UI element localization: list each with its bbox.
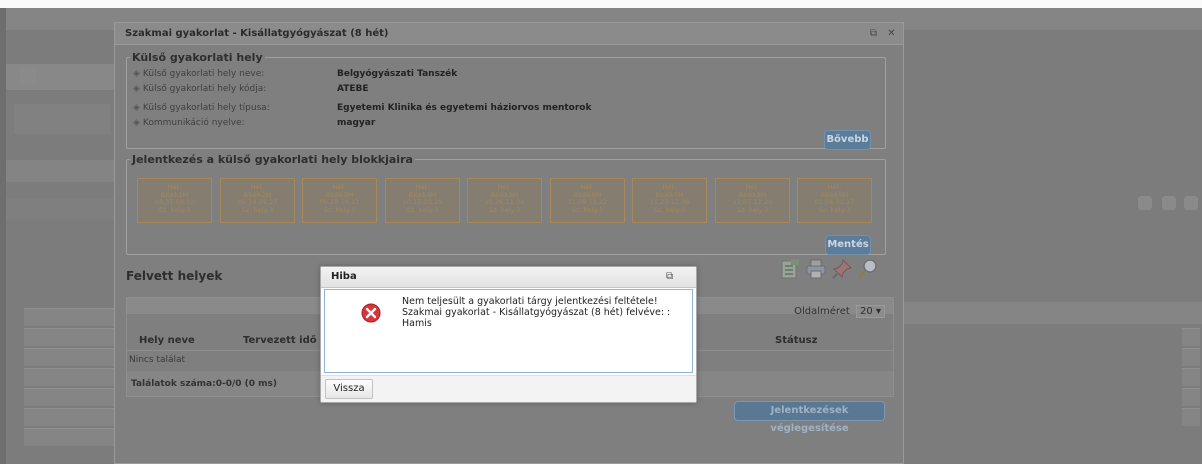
bg-row: [1182, 388, 1200, 406]
blocks-legend: Jelentkezés a külső gyakorlati hely blok…: [132, 153, 413, 166]
error-dialog-title: Hiba: [331, 271, 357, 282]
page-size-label: Oldalméret: [794, 306, 850, 317]
block-tile[interactable]: Hét: Blokk3M 09.28-10.11 Sz. hely:3: [302, 178, 377, 223]
result-count: Találatok száma:0-0/0 (0 ms): [131, 379, 277, 389]
print-icon[interactable]: [805, 258, 827, 280]
site-language-label: Kommunikáció nyelve:: [142, 118, 245, 128]
site-type-value: Egyetemi Klinika és egyetemi háziorvos m…: [337, 103, 592, 113]
bullet-icon: ◈: [133, 118, 140, 128]
empty-message: Nincs találat: [129, 355, 186, 365]
more-button[interactable]: Bővebb: [824, 130, 871, 150]
block-tile[interactable]: Hét: Blokk2M 09.14-09.27 Sz. hely:3: [220, 178, 295, 223]
bg-row: [24, 408, 114, 426]
block-tile[interactable]: Hét: Blokk1M 08.31-09.13 Sz. hely:3: [137, 178, 212, 223]
site-code-label: Külső gyakorlati hely kódja:: [142, 84, 267, 94]
bg-grid-header-right: [904, 302, 1202, 324]
bg-home-icon: [20, 68, 36, 84]
external-site-group: Külső gyakorlati hely ◈ Külső gyakorlati …: [126, 51, 886, 150]
bg-row: [1182, 408, 1200, 426]
site-language-value: magyar: [337, 118, 376, 128]
restore-icon[interactable]: ⧉: [867, 27, 880, 40]
pin-icon[interactable]: [831, 258, 853, 280]
error-dialog: Hiba ⧉ Nem teljesült a gyakorlati tárgy …: [320, 266, 697, 403]
bg-row: [24, 308, 114, 326]
bg-page-heading: [6, 198, 114, 220]
bg-row: [24, 328, 114, 346]
window-title: Szakmai gyakorlat - Kisállatgyógyászat (…: [125, 28, 389, 39]
bg-row: [1182, 368, 1200, 386]
block-tile[interactable]: Hét: Blokk5M 10.26-11.08 Sz. hely:3: [467, 178, 542, 223]
taken-places-title: Felvett helyek: [126, 269, 223, 283]
blocks-group: Jelentkezés a külső gyakorlati hely blok…: [126, 153, 886, 255]
block-tile[interactable]: Hét: Blokk9M 01.04-01.17 Sz. hely:3: [797, 178, 872, 223]
page-size-control: Oldalméret 20 ▾: [794, 305, 885, 318]
column-header-status[interactable]: Státusz: [775, 335, 817, 346]
block-tile[interactable]: Hét: Blokk6M 11.09-11.22 Sz. hely:3: [550, 178, 625, 223]
error-message-line: Szakmai gyakorlat - Kisállatgyógyászat (…: [402, 307, 671, 318]
search-icon[interactable]: [857, 258, 879, 280]
site-name-label: Külső gyakorlati hely neve:: [142, 69, 265, 79]
error-dialog-footer: Vissza: [321, 375, 696, 402]
site-type-label: Külső gyakorlati hely típusa:: [142, 103, 270, 113]
bg-row: [24, 428, 114, 446]
bullet-icon: ◈: [133, 69, 140, 79]
error-icon: [361, 303, 381, 323]
restore-icon[interactable]: ⧉: [666, 271, 673, 282]
column-header-place-name[interactable]: Hely neve: [139, 335, 195, 346]
bg-filter-bar: [6, 160, 114, 182]
bg-tool-icon-1: [1138, 196, 1152, 210]
save-button[interactable]: Mentés: [825, 235, 871, 255]
bg-tool-icon-3: [1184, 196, 1198, 210]
external-site-legend: Külső gyakorlati hely: [132, 51, 263, 64]
bullet-icon: ◈: [133, 103, 140, 113]
error-message-line: Nem teljesült a gyakorlati tárgy jelentk…: [402, 296, 658, 307]
site-code-value: ATEBE: [337, 84, 369, 94]
back-button[interactable]: Vissza: [325, 379, 373, 399]
bg-row: [24, 388, 114, 406]
block-tile[interactable]: Hét: Blokk7M 11.23-12.06 Sz. hely:3: [632, 178, 707, 223]
error-message: Nem teljesült a gyakorlati tárgy jelentk…: [402, 296, 687, 329]
bg-row: [1182, 328, 1200, 346]
close-icon[interactable]: ✕: [885, 27, 898, 40]
site-name-value: Belgyógyászati Tanszék: [337, 69, 458, 79]
window-titlebar[interactable]: Szakmai gyakorlat - Kisállatgyógyászat (…: [115, 23, 903, 45]
bg-row: [24, 368, 114, 386]
bg-row: [24, 348, 114, 366]
error-dialog-titlebar[interactable]: Hiba ⧉: [321, 267, 696, 288]
block-tile[interactable]: Hét: Blokk8M 12.07-12.20 Sz. hely:3: [715, 178, 790, 223]
export-icon[interactable]: [779, 258, 801, 280]
page-size-select[interactable]: 20 ▾: [856, 305, 885, 318]
finalize-applications-button[interactable]: Jelentkezések véglegesítése: [734, 401, 885, 434]
block-tile[interactable]: Hét: Blokk4M 10.12-10.25 Sz. hely:3: [385, 178, 460, 223]
error-message-line: Hamis: [402, 318, 432, 329]
chevron-down-icon: ▾: [875, 306, 881, 317]
bullet-icon: ◈: [133, 84, 140, 94]
error-dialog-body: Nem teljesült a gyakorlati tárgy jelentk…: [324, 289, 693, 373]
browser-top-strip: [0, 0, 1202, 8]
bg-tool-icon-2: [1162, 196, 1176, 210]
bg-breadcrumb: [14, 104, 110, 134]
bg-row: [1182, 348, 1200, 366]
